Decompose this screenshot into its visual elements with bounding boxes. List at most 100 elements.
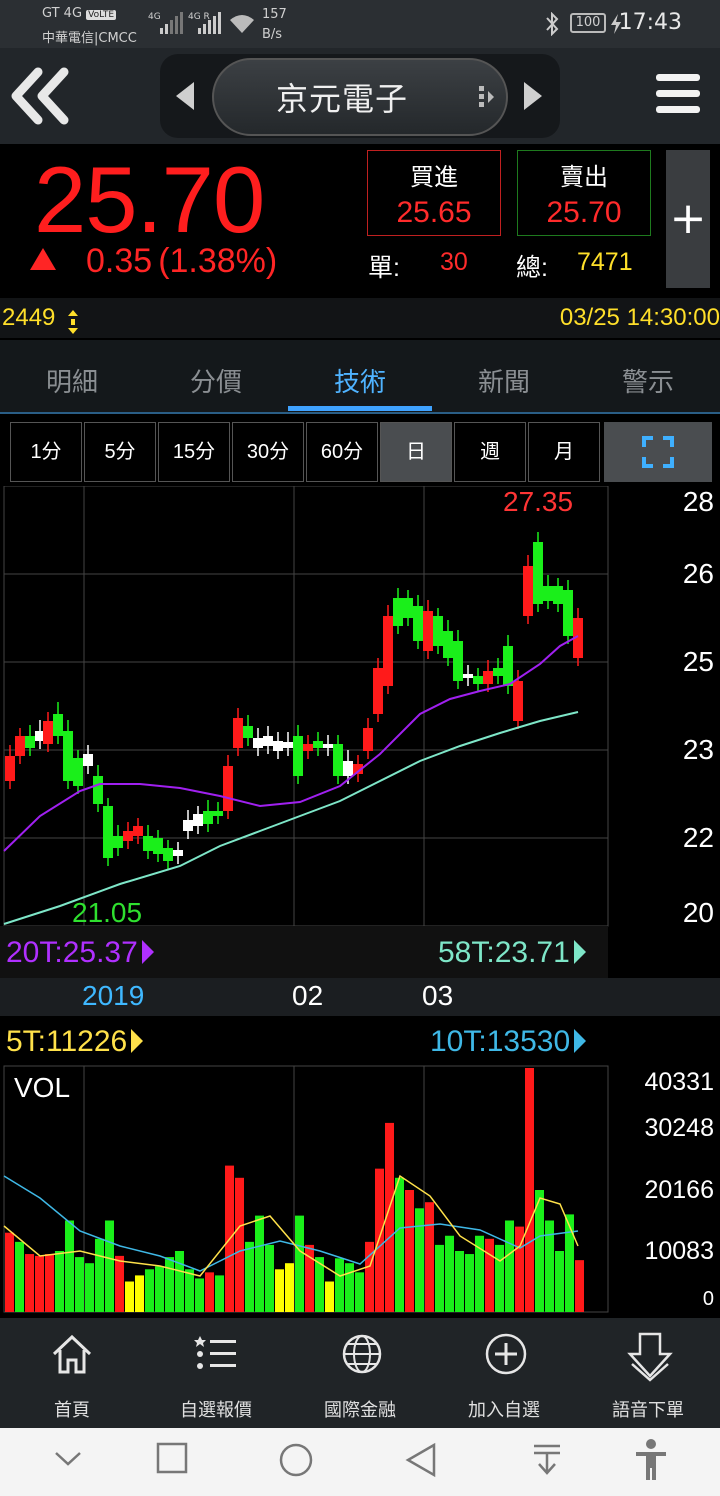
home-circle-icon[interactable] xyxy=(278,1442,314,1478)
tab-detail[interactable]: 明細 xyxy=(0,362,144,399)
candle-body xyxy=(313,741,323,748)
fullscreen-icon xyxy=(642,436,674,468)
date-label-02: 02 xyxy=(292,980,324,1011)
ma58-label[interactable]: 58T:23.71 xyxy=(438,936,586,970)
volume-bar xyxy=(295,1215,304,1312)
volume-bar xyxy=(485,1238,494,1312)
volume-bar xyxy=(335,1258,344,1312)
volume-bar xyxy=(155,1266,164,1312)
vol-tick-40331: 40331 xyxy=(644,1068,714,1096)
period-selector: 1分 5分 15分 30分 60分 日 週 月 xyxy=(0,414,720,486)
candle-body xyxy=(533,542,543,604)
nav-add-watchlist-label: 加入自選 xyxy=(468,1400,540,1421)
candle-body xyxy=(463,674,473,678)
period-5min[interactable]: 5分 xyxy=(84,422,156,482)
nav-watchlist[interactable]: 自選報價 xyxy=(144,1318,288,1428)
candle-body xyxy=(123,831,133,841)
volume-bar xyxy=(5,1232,14,1312)
volume-bar xyxy=(465,1254,474,1312)
signal-icon xyxy=(160,12,183,34)
volume-bar xyxy=(185,1269,194,1312)
nav-voice-order[interactable]: 語音下單 xyxy=(576,1318,720,1428)
candle-body xyxy=(483,671,493,684)
add-order-button[interactable]: + xyxy=(666,150,710,288)
buy-box[interactable]: 買進 25.65 xyxy=(367,150,501,236)
fullscreen-button[interactable] xyxy=(604,422,712,482)
bottom-nav: 首頁 自選報價 國際金融 加入自選 語音下單 xyxy=(0,1318,720,1428)
candle-body xyxy=(113,836,123,848)
volume-bar xyxy=(255,1215,264,1312)
hamburger-menu-icon[interactable] xyxy=(656,74,700,122)
period-month[interactable]: 月 xyxy=(528,422,600,482)
volume-bar xyxy=(495,1244,504,1312)
candle-body xyxy=(83,754,93,766)
candle-body xyxy=(43,721,53,744)
candle-body xyxy=(523,566,533,616)
volume-bar xyxy=(165,1257,174,1312)
nav-international-label: 國際金融 xyxy=(324,1400,396,1421)
stock-code: 2449 xyxy=(2,304,56,331)
vol-tick-30248: 30248 xyxy=(644,1114,714,1142)
back-double-chevron-icon[interactable] xyxy=(8,66,78,126)
candle-body xyxy=(283,742,293,748)
clock: 17:43 xyxy=(618,10,682,35)
back-triangle-icon[interactable] xyxy=(404,1442,438,1478)
home-icon xyxy=(52,1334,92,1374)
app-header: 京元電子 xyxy=(0,48,720,144)
period-1min[interactable]: 1分 xyxy=(10,422,82,482)
single-volume-label: 單: xyxy=(368,254,400,282)
nav-home[interactable]: 首頁 xyxy=(0,1318,144,1428)
volume-bar xyxy=(105,1220,114,1312)
prev-stock-arrow-icon[interactable] xyxy=(176,82,194,110)
candle-body xyxy=(25,736,35,748)
candle-body xyxy=(513,681,523,721)
volume-bar xyxy=(405,1190,414,1312)
candle-body xyxy=(443,631,453,658)
tab-news[interactable]: 新聞 xyxy=(432,362,576,399)
period-week[interactable]: 週 xyxy=(454,422,526,482)
hide-nav-chevron-icon[interactable] xyxy=(54,1450,82,1468)
candle-body xyxy=(243,726,253,738)
volume-bar xyxy=(475,1235,484,1312)
tab-technical[interactable]: 技術 xyxy=(288,362,432,399)
stock-name[interactable]: 京元電子 xyxy=(212,74,472,120)
volume-bar xyxy=(455,1251,464,1312)
candle-body xyxy=(493,668,503,676)
date-label-2019: 2019 xyxy=(82,980,145,1011)
candle-body xyxy=(553,586,563,604)
tab-alerts[interactable]: 警示 xyxy=(576,362,720,399)
accessibility-icon[interactable] xyxy=(634,1438,668,1482)
carrier-label: 中華電信|CMCC xyxy=(42,31,137,46)
y-tick-26: 26 xyxy=(682,558,714,589)
nav-add-watchlist[interactable]: 加入自選 xyxy=(432,1318,576,1428)
volume-bar xyxy=(85,1263,94,1312)
vol-ma10-label[interactable]: 10T:13530 xyxy=(430,1025,587,1059)
voice-order-icon xyxy=(627,1332,673,1382)
period-15min[interactable]: 15分 xyxy=(158,422,230,482)
info-bar: 2449 03/25 14:30:00 xyxy=(0,298,720,338)
sell-box[interactable]: 賣出 25.70 xyxy=(517,150,651,236)
ma20-label[interactable]: 20T:25.37 xyxy=(6,936,154,970)
candle-body xyxy=(403,598,413,618)
vol-ma5-arrow-icon xyxy=(131,1029,144,1053)
volume-bar xyxy=(45,1254,54,1312)
candle-body xyxy=(63,731,73,781)
switch-dots-icon[interactable] xyxy=(477,84,497,110)
volume-bar xyxy=(75,1257,84,1312)
updown-arrows-icon xyxy=(68,310,78,334)
vol-ma5-label[interactable]: 5T:11226 xyxy=(6,1025,144,1059)
tab-price-distribution[interactable]: 分價 xyxy=(144,362,288,399)
vol-tick-20166: 20166 xyxy=(644,1176,714,1204)
candle-body xyxy=(363,728,373,751)
period-30min[interactable]: 30分 xyxy=(232,422,304,482)
nav-international[interactable]: 國際金融 xyxy=(288,1318,432,1428)
period-day[interactable]: 日 xyxy=(380,422,452,482)
volume-bar xyxy=(425,1202,434,1312)
period-60min[interactable]: 60分 xyxy=(306,422,378,482)
globe-icon xyxy=(342,1334,382,1374)
recent-apps-icon[interactable] xyxy=(156,1442,188,1474)
candle-body xyxy=(103,806,113,858)
system-nav-bar xyxy=(0,1428,720,1496)
next-stock-arrow-icon[interactable] xyxy=(524,82,542,110)
notification-pull-icon[interactable] xyxy=(532,1442,562,1478)
